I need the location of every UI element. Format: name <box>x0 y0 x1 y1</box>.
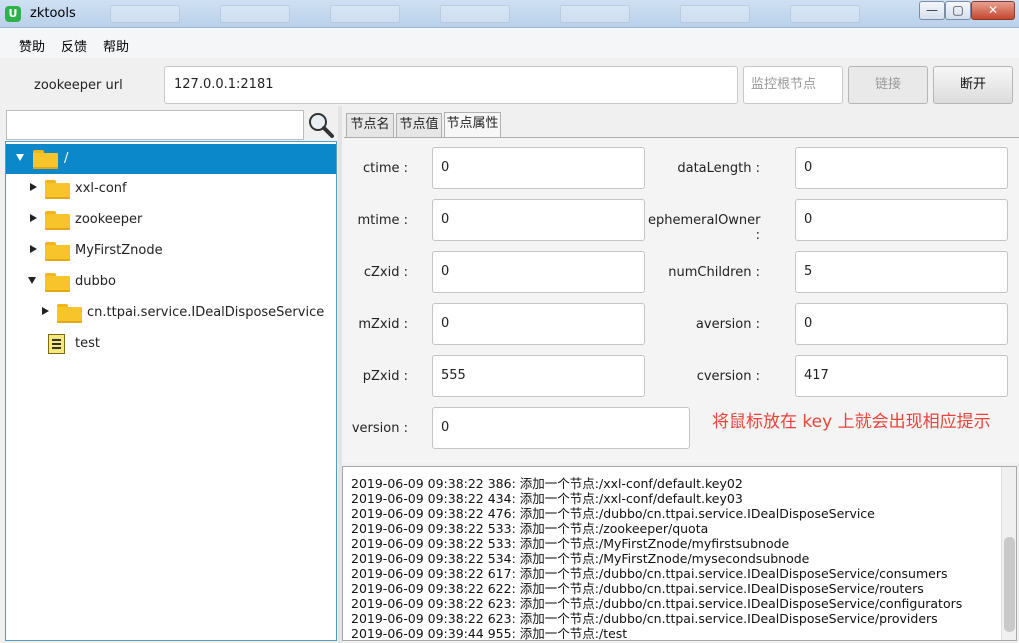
tab-node-attributes[interactable]: 节点属性 <box>444 112 501 138</box>
tree-item-root[interactable]: / <box>6 144 336 174</box>
tree-item-zookeeper[interactable]: zookeeper <box>6 205 336 235</box>
datalength-label: dataLength : <box>677 161 760 176</box>
background-taskbar-item <box>680 5 750 23</box>
ctime-field[interactable]: 0 <box>432 147 645 189</box>
expand-icon[interactable] <box>30 245 37 253</box>
version-label: version : <box>351 421 408 436</box>
ctime-label: ctime : <box>362 161 408 176</box>
tab-node-name[interactable]: 节点名 <box>346 113 394 137</box>
tree-item-label: / <box>64 151 69 166</box>
collapse-icon[interactable] <box>28 277 36 284</box>
background-taskbar-item <box>440 5 510 23</box>
aversion-field[interactable]: 0 <box>795 303 1008 345</box>
window-title: zktools <box>30 6 76 21</box>
mtime-label: mtime : <box>357 213 408 228</box>
menu-sponsor[interactable]: 赞助 <box>19 36 45 55</box>
tree-item-dubbo[interactable]: dubbo <box>6 267 336 297</box>
file-icon <box>48 334 65 354</box>
pzxid-field[interactable]: 555 <box>432 355 645 397</box>
zookeeper-url-input[interactable]: 127.0.0.1:2181 <box>164 66 738 104</box>
title-bar: U zktools — ▢ ✕ <box>0 0 1019 28</box>
version-field[interactable]: 0 <box>432 407 690 449</box>
aversion-label: aversion : <box>695 317 760 332</box>
tree-item-label: xxl-conf <box>75 181 127 196</box>
search-icon <box>309 113 334 138</box>
zookeeper-url-label: zookeeper url <box>34 78 123 93</box>
background-taskbar-item <box>330 5 400 23</box>
maximize-button[interactable]: ▢ <box>945 1 971 20</box>
numchildren-label: numChildren : <box>668 265 760 280</box>
background-taskbar-item <box>110 5 180 23</box>
folder-icon <box>45 180 70 199</box>
tree-item-label: MyFirstZnode <box>75 243 163 258</box>
root-node-input[interactable]: 监控根节点 <box>743 66 843 104</box>
tree-item-label: dubbo <box>75 274 116 289</box>
pzxid-label: pZxid : <box>362 369 408 384</box>
background-taskbar-item <box>220 5 290 23</box>
log-scrollbar[interactable] <box>1001 467 1016 640</box>
tree-item-label: cn.ttpai.service.IDealDisposeService <box>87 305 325 320</box>
tree-item-dispose-service[interactable]: cn.ttpai.service.IDealDisposeService <box>6 298 336 328</box>
expand-icon[interactable] <box>42 307 49 315</box>
tree-item-xxl-conf[interactable]: xxl-conf <box>6 174 336 204</box>
tree-item-test[interactable]: test <box>6 329 336 359</box>
tab-node-value[interactable]: 节点值 <box>396 113 442 137</box>
folder-icon <box>33 150 58 169</box>
expand-icon[interactable] <box>30 214 37 222</box>
czxid-field[interactable]: 0 <box>432 251 645 293</box>
ephemeralowner-field[interactable]: 0 <box>795 199 1008 241</box>
folder-icon <box>45 211 70 230</box>
tree-item-label: test <box>75 336 100 351</box>
search-button[interactable] <box>304 110 336 140</box>
scrollbar-thumb[interactable] <box>1004 537 1015 632</box>
cversion-label: cversion : <box>696 369 760 384</box>
mtime-field[interactable]: 0 <box>432 199 645 241</box>
numchildren-field[interactable]: 5 <box>795 251 1008 293</box>
datalength-field[interactable]: 0 <box>795 147 1008 189</box>
expand-icon[interactable] <box>30 183 37 191</box>
menu-feedback[interactable]: 反馈 <box>61 36 87 55</box>
node-tree: / xxl-conf zookeeper MyFirstZnode dubbo … <box>5 141 337 641</box>
folder-icon <box>45 242 70 261</box>
minimize-button[interactable]: — <box>919 1 945 20</box>
event-log[interactable]: 2019-06-09 09:38:22 386: 添加一个节点:/xxl-con… <box>342 466 1017 641</box>
close-button[interactable]: ✕ <box>971 1 1015 20</box>
background-taskbar-item <box>560 5 630 23</box>
folder-icon <box>45 273 70 292</box>
czxid-label: cZxid : <box>363 265 408 280</box>
folder-icon <box>57 304 82 323</box>
menu-help[interactable]: 帮助 <box>103 36 129 55</box>
background-taskbar-item <box>790 5 860 23</box>
app-logo-icon: U <box>5 6 21 22</box>
menu-bar: 赞助 反馈 帮助 <box>0 28 1019 58</box>
ephemeralowner-label: ephemeralOwner : <box>648 213 761 243</box>
cversion-field[interactable]: 417 <box>795 355 1008 397</box>
mzxid-field[interactable]: 0 <box>432 303 645 345</box>
mzxid-label: mZxid : <box>358 317 408 332</box>
tree-item-myfirstznode[interactable]: MyFirstZnode <box>6 236 336 266</box>
hover-hint-text: 将鼠标放在 key 上就会出现相应提示 <box>712 412 991 432</box>
log-line: 2019-06-09 09:39:44 955: 添加一个节点:/test <box>351 626 628 641</box>
tree-search-input[interactable] <box>6 110 304 140</box>
collapse-icon[interactable] <box>16 154 24 161</box>
disconnect-button[interactable]: 断开 <box>933 66 1013 104</box>
tree-item-label: zookeeper <box>75 212 143 227</box>
connect-button[interactable]: 链接 <box>848 66 928 104</box>
